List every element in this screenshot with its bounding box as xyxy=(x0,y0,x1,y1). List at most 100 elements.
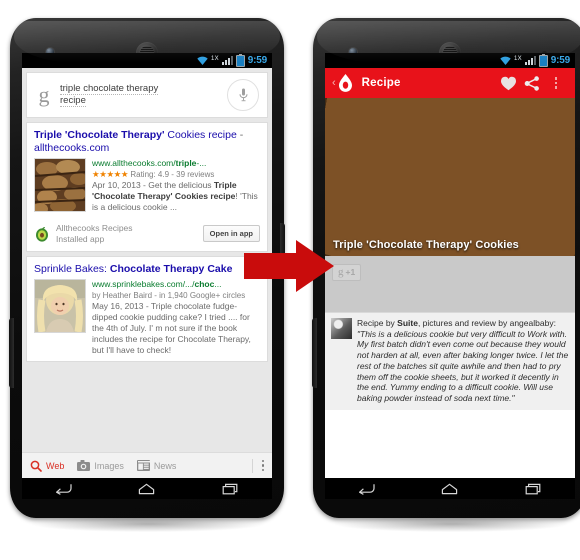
result-url-base: www.allthecooks.com/ xyxy=(92,158,176,168)
search-icon xyxy=(30,460,42,472)
result-body: www.allthecooks.com/triple-... ★★★★★ Rat… xyxy=(34,158,260,214)
wifi-icon xyxy=(500,56,511,65)
result-url-bold: triple xyxy=(175,158,197,168)
app-title: Recipe xyxy=(361,77,401,89)
tab-news-label: News xyxy=(153,460,177,471)
result-body: www.sprinklebakes.com/.../choc... by Hea… xyxy=(34,278,260,357)
chocolate-cookie-photo xyxy=(325,98,575,256)
android-recents-icon[interactable] xyxy=(222,483,239,495)
android-home-icon[interactable] xyxy=(441,483,458,495)
battery-icon xyxy=(538,53,548,67)
review-byline: Recipe by Suite, pictures and review by … xyxy=(357,318,569,329)
volume-button[interactable] xyxy=(312,318,317,388)
result-title-dash: - xyxy=(236,129,244,141)
reviewer-avatar xyxy=(331,318,352,339)
camera-icon xyxy=(77,460,91,471)
search-box-card: g triple chocolate therapy recipe xyxy=(26,72,268,118)
search-result-2[interactable]: Sprinkle Bakes: Chocolate Therapy Cake w… xyxy=(27,257,267,361)
review-block: Recipe by Suite, pictures and review by … xyxy=(325,312,575,411)
kebab-menu-icon[interactable] xyxy=(544,77,568,89)
tab-images-label: Images xyxy=(94,460,124,471)
google-g-icon: g xyxy=(338,266,344,278)
plus-one-label: +1 xyxy=(345,267,356,278)
result-meta: www.sprinklebakes.com/.../choc... by Hea… xyxy=(92,279,260,357)
phone-body: 1X 9:59 ‹ Recipe Triple 'Chocolate Thera… xyxy=(312,18,580,518)
kebab-menu-icon[interactable] xyxy=(261,459,264,472)
app-promo-name: Allthecooks Recipes Installed app xyxy=(56,223,197,245)
tab-divider xyxy=(251,458,253,473)
result-date: May 16, 2013 - xyxy=(92,300,151,311)
result-thumbnail[interactable] xyxy=(34,158,86,212)
result-title-bold: Triple 'Chocolate Therapy' xyxy=(34,129,165,141)
signal-icon xyxy=(221,56,233,65)
search-result-card[interactable]: Sprinkle Bakes: Chocolate Therapy Cake w… xyxy=(26,255,268,362)
android-home-icon[interactable] xyxy=(138,483,155,495)
app-promo-row[interactable]: Allthecooks Recipes Installed app Open in… xyxy=(27,218,267,251)
snippet-part-a: Get the delicious xyxy=(148,180,214,190)
carrier-label: 1X xyxy=(211,56,219,62)
status-bar: 1X 9:59 xyxy=(325,53,575,68)
google-plus-one-button[interactable]: g +1 xyxy=(332,264,362,281)
tab-web[interactable]: Web xyxy=(30,460,64,472)
result-title[interactable]: Sprinkle Bakes: Chocolate Therapy Cake xyxy=(34,263,260,276)
tab-images[interactable]: Images xyxy=(77,460,124,471)
tab-news[interactable]: News xyxy=(136,460,177,471)
red-right-arrow xyxy=(244,240,334,292)
right-phone: 1X 9:59 ‹ Recipe Triple 'Chocolate Thera… xyxy=(305,18,580,538)
result-title-bold: Chocolate Therapy Cake xyxy=(109,262,233,275)
review-quote: "This is a delicious cookie but very dif… xyxy=(357,328,569,404)
result-snippet: Apr 10, 2013 - Get the delicious Triple … xyxy=(92,180,260,214)
right-screen: 1X 9:59 ‹ Recipe Triple 'Chocolate Thera… xyxy=(325,53,575,478)
search-query-line2: recipe xyxy=(60,95,86,107)
back-chevron-icon[interactable]: ‹ xyxy=(332,77,336,89)
result-date: Apr 10, 2013 - xyxy=(92,180,149,190)
carrier-label: 1X xyxy=(514,56,522,62)
result-url-bold: choc xyxy=(194,278,215,289)
search-query-text: triple chocolate therapy recipe xyxy=(53,83,227,107)
clock-label: 9:59 xyxy=(550,54,570,66)
result-url-base: www.sprinklebakes.com/.../ xyxy=(92,278,195,289)
search-result-1[interactable]: Triple 'Chocolate Therapy' Cookies recip… xyxy=(27,123,267,218)
recipe-app-page: ‹ Recipe Triple 'Chocolate Therapy' Cook… xyxy=(325,68,575,478)
phone-shadow xyxy=(32,516,264,532)
result-thumbnail[interactable] xyxy=(34,278,86,333)
result-title[interactable]: Triple 'Chocolate Therapy' Cookies recip… xyxy=(34,129,260,155)
android-back-icon[interactable] xyxy=(55,483,72,495)
result-author: by Heather Baird - in 1,940 Google+ circ… xyxy=(92,290,246,300)
result-url: www.sprinklebakes.com/.../choc... xyxy=(92,279,260,290)
android-recents-icon[interactable] xyxy=(525,483,542,495)
app-toolbar: ‹ Recipe xyxy=(325,68,575,98)
byline-suffix: , pictures and review by angealbaby: xyxy=(417,318,556,328)
heart-icon[interactable] xyxy=(496,76,520,91)
result-url: www.allthecooks.com/triple-... xyxy=(92,158,260,169)
result-rating: ★★★★★ Rating: 4.9 - 39 reviews xyxy=(92,169,260,180)
left-screen: 1X 9:59 g triple chocolate therapy recip… xyxy=(22,53,272,478)
allthecooks-drop-icon xyxy=(337,73,354,93)
android-nav-bar xyxy=(22,478,272,499)
microphone-icon[interactable] xyxy=(227,79,259,111)
recipe-hero[interactable]: Triple 'Chocolate Therapy' Cookies xyxy=(325,98,575,256)
recipe-title: Triple 'Chocolate Therapy' Cookies xyxy=(333,239,519,251)
volume-button[interactable] xyxy=(9,318,14,388)
result-url-tail: -... xyxy=(196,158,207,168)
search-input[interactable]: g triple chocolate therapy recipe xyxy=(27,73,267,117)
signal-icon xyxy=(524,56,536,65)
byline-author: Suite xyxy=(397,318,418,328)
news-icon xyxy=(136,460,150,471)
search-result-card[interactable]: Triple 'Chocolate Therapy' Cookies recip… xyxy=(26,122,268,252)
result-url-tail: ... xyxy=(214,278,222,289)
result-meta: www.allthecooks.com/triple-... ★★★★★ Rat… xyxy=(92,158,260,214)
rating-text: Rating: 4.9 - 39 reviews xyxy=(130,170,215,179)
google-search-page: g triple chocolate therapy recipe Triple… xyxy=(22,68,272,478)
share-icon[interactable] xyxy=(520,75,544,91)
result-title-rest: Cookies recipe xyxy=(164,129,237,141)
review-text: Recipe by Suite, pictures and review by … xyxy=(357,318,569,404)
phone-body: 1X 9:59 g triple chocolate therapy recip… xyxy=(9,18,285,518)
google-logo-icon: g xyxy=(38,82,50,107)
byline-prefix: Recipe by xyxy=(357,318,398,328)
result-title-plain: Sprinkle Bakes: xyxy=(34,262,110,275)
android-back-icon[interactable] xyxy=(358,483,375,495)
clock-label: 9:59 xyxy=(247,54,267,66)
allthecooks-avocado-icon xyxy=(34,226,50,242)
tab-web-label: Web xyxy=(46,460,65,471)
